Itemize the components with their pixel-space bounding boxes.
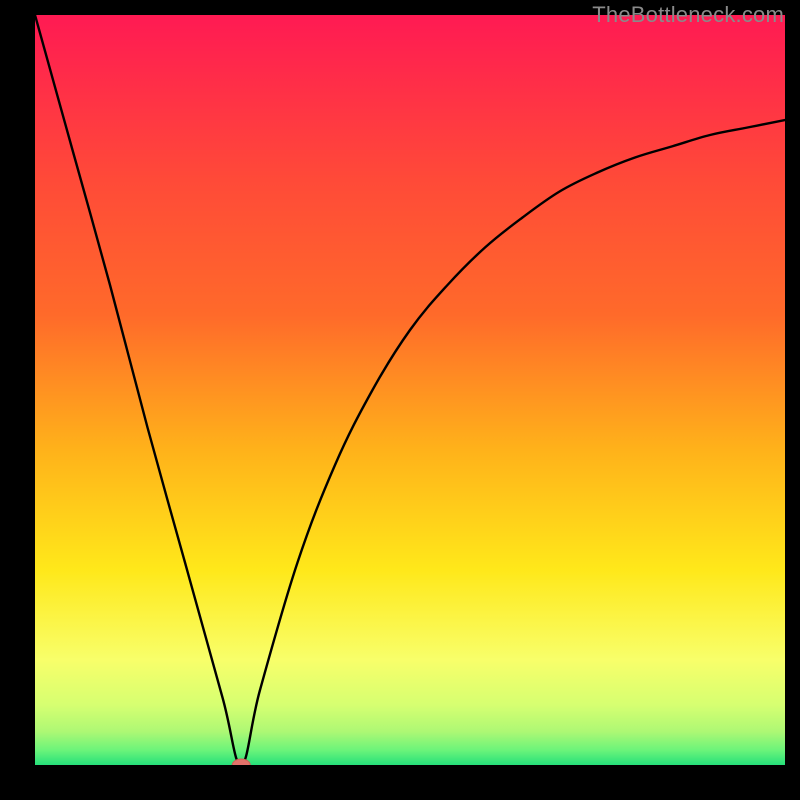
watermark-text: TheBottleneck.com <box>592 2 784 28</box>
chart-svg <box>35 15 785 765</box>
gradient-background <box>35 15 785 765</box>
plot-area <box>35 15 785 765</box>
chart-frame: TheBottleneck.com <box>0 0 800 800</box>
